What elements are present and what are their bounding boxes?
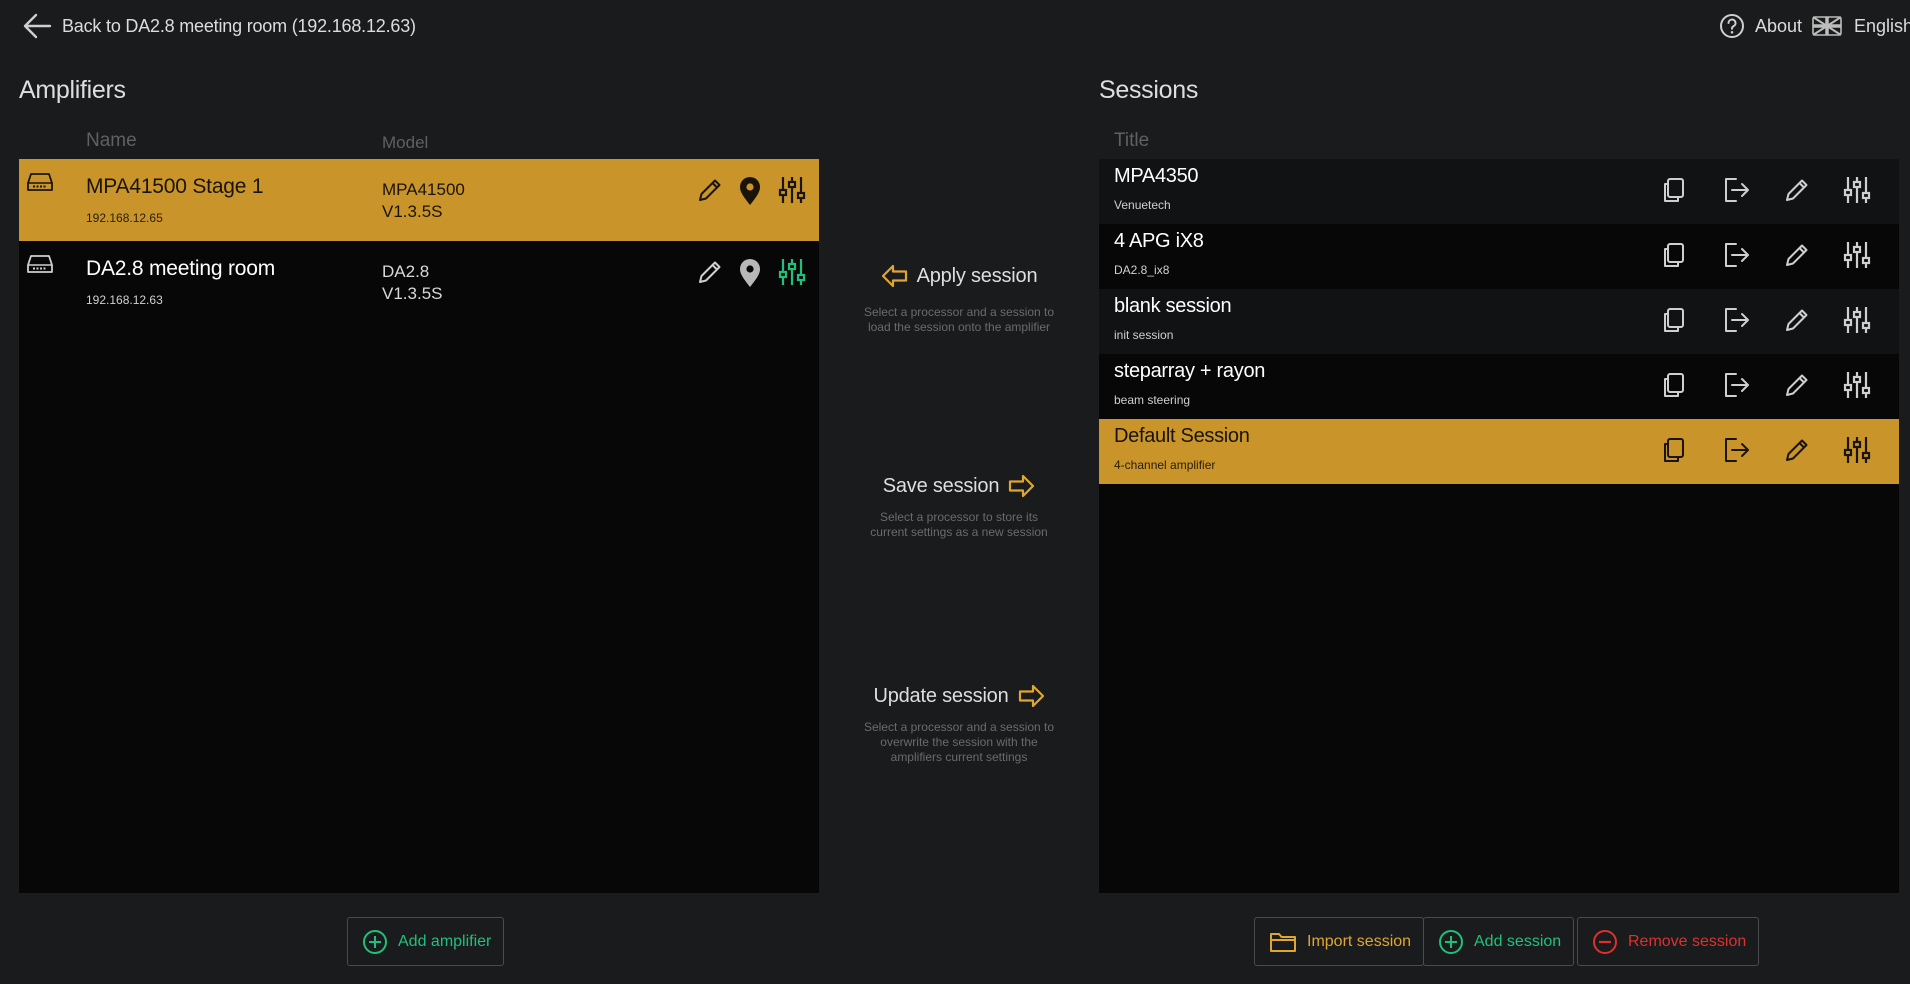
sliders-icon[interactable] [1843,240,1871,270]
amplifiers-col-name: Name [86,130,137,151]
export-icon[interactable] [1720,175,1750,205]
copy-icon[interactable] [1659,240,1689,270]
session-title: steparray + rayon [1114,360,1266,382]
plus-circle-icon [1438,929,1464,955]
about-label: About [1755,15,1803,36]
export-icon[interactable] [1720,435,1750,465]
session-row[interactable]: blank session init session [1099,289,1899,354]
import-session-button[interactable]: Import session [1254,917,1425,966]
plus-circle-icon [362,929,388,955]
amplifier-model-name: DA2.8 [382,262,430,281]
back-link-label: Back to DA2.8 meeting room (192.168.12.6… [62,15,416,36]
session-title: 4 APG iX8 [1114,230,1204,252]
amplifier-version: V1.3.5S [382,202,443,221]
session-subtitle: 4-channel amplifier [1114,458,1216,472]
arrow-left-icon [22,12,52,40]
sliders-icon[interactable] [1843,435,1871,465]
map-pin-icon[interactable] [737,175,763,207]
amplifier-ip: 192.168.12.63 [86,293,163,307]
sliders-icon[interactable] [1843,305,1871,335]
amplifier-device-icon [25,171,55,193]
back-link[interactable]: Back to DA2.8 meeting room (192.168.12.6… [22,12,416,40]
update-session-hint: Select a processor and a session to over… [863,720,1055,764]
sessions-title: Sessions [1099,76,1199,104]
apply-session-hint: Select a processor and a session to load… [863,305,1055,334]
amplifier-model-name: MPA41500 [382,180,465,199]
session-row[interactable]: MPA4350 Venuetech [1099,159,1899,224]
save-session-hint: Select a processor to store its current … [870,510,1048,539]
add-amplifier-label: Add amplifier [398,932,492,950]
export-icon[interactable] [1720,305,1750,335]
session-row[interactable]: 4 APG iX8 DA2.8_ix8 [1099,224,1899,289]
copy-icon[interactable] [1659,305,1689,335]
amplifiers-list: MPA41500 Stage 1 192.168.12.65 MPA41500 … [19,159,819,893]
amplifier-version: V1.3.5S [382,284,443,303]
pencil-icon[interactable] [695,175,725,205]
copy-icon[interactable] [1659,370,1689,400]
copy-icon[interactable] [1659,175,1689,205]
apply-session-label: Apply session [916,264,1038,287]
amplifier-device-icon [25,253,55,275]
session-row[interactable]: Default Session 4-channel amplifier [1099,419,1899,484]
export-icon[interactable] [1720,370,1750,400]
amplifier-row[interactable]: DA2.8 meeting room 192.168.12.63 DA2.8 V… [19,241,819,323]
add-amplifier-button[interactable]: Add amplifier [347,917,505,966]
language-selector[interactable]: English [1812,12,1910,40]
update-session-label: Update session [873,684,1009,707]
sliders-icon[interactable] [778,257,806,287]
pencil-icon[interactable] [1782,240,1812,270]
amplifiers-col-model: Model [382,133,429,152]
pencil-icon[interactable] [1782,175,1812,205]
map-pin-icon[interactable] [737,257,763,289]
session-subtitle: DA2.8_ix8 [1114,263,1170,277]
amplifier-name: DA2.8 meeting room [86,257,275,280]
about-link[interactable]: About [1719,12,1802,40]
arrow-right-outline-icon [1017,682,1045,710]
amplifiers-title: Amplifiers [19,76,126,104]
language-label: English [1854,15,1910,36]
save-session-label: Save session [882,474,1000,497]
amplifier-ip: 192.168.12.65 [86,211,163,225]
arrow-right-outline-icon [1007,472,1035,500]
sliders-icon[interactable] [778,175,806,205]
add-session-label: Add session [1474,932,1562,950]
amplifier-model: DA2.8 V1.3.5S [382,261,443,305]
session-row[interactable]: steparray + rayon beam steering [1099,354,1899,419]
pencil-icon[interactable] [1782,305,1812,335]
session-subtitle: beam steering [1114,393,1191,407]
export-icon[interactable] [1720,240,1750,270]
import-session-label: Import session [1307,932,1412,950]
pencil-icon[interactable] [1782,370,1812,400]
session-title: blank session [1114,295,1232,317]
question-circle-icon [1719,13,1745,39]
amplifier-row[interactable]: MPA41500 Stage 1 192.168.12.65 MPA41500 … [19,159,819,241]
add-session-button[interactable]: Add session [1423,917,1575,966]
amplifier-model: MPA41500 V1.3.5S [382,179,465,223]
uk-flag-icon [1812,16,1842,36]
session-subtitle: init session [1114,328,1174,342]
sessions-col-title: Title [1114,130,1150,151]
sliders-icon[interactable] [1843,370,1871,400]
save-session-button[interactable]: Save session [883,472,1036,500]
sliders-icon[interactable] [1843,175,1871,205]
arrow-left-outline-icon [881,262,909,290]
session-title: MPA4350 [1114,165,1199,187]
sessions-list: MPA4350 Venuetech 4 APG iX8 DA2.8_ix8 bl… [1099,159,1899,893]
apply-session-button[interactable]: Apply session [881,262,1038,290]
pencil-icon[interactable] [695,257,725,287]
update-session-block: Update session Select a processor and a … [850,682,1068,765]
session-title: Default Session [1114,425,1250,447]
folder-icon [1269,930,1297,954]
update-session-button[interactable]: Update session [873,682,1044,710]
amplifier-name: MPA41500 Stage 1 [86,175,264,198]
apply-session-block: Apply session Select a processor and a s… [850,262,1068,335]
copy-icon[interactable] [1659,435,1689,465]
session-subtitle: Venuetech [1114,198,1171,212]
save-session-block: Save session Select a processor to store… [850,472,1068,540]
remove-session-button[interactable]: Remove session [1577,917,1760,966]
pencil-icon[interactable] [1782,435,1812,465]
minus-circle-icon [1592,929,1618,955]
remove-session-label: Remove session [1628,932,1747,950]
